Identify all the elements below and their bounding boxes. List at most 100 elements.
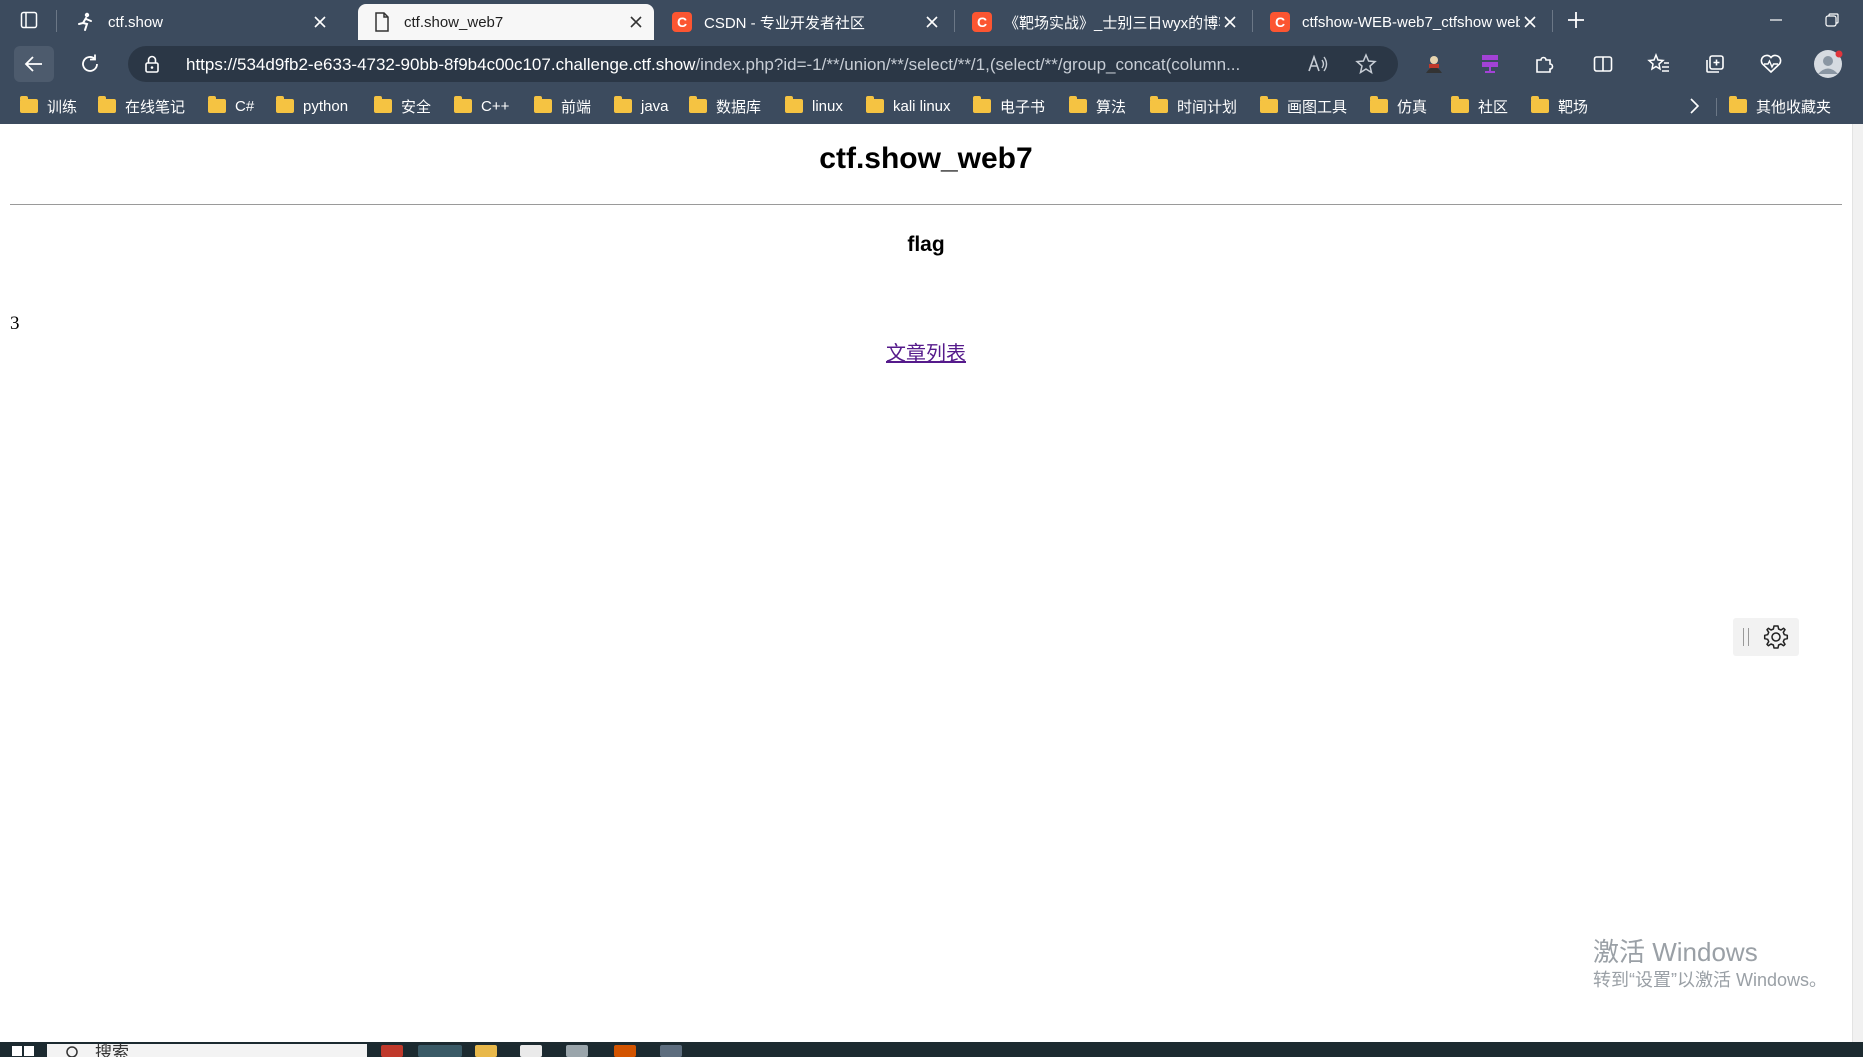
bookmark-label: 其他收藏夹 [1756, 98, 1832, 116]
tab-blog-range[interactable]: C 《靶场实战》_士别三日wyx的博客 [958, 4, 1248, 40]
bookmark-folder[interactable]: 在线笔记 [98, 95, 185, 117]
bookmark-folder[interactable]: 训练 [20, 95, 77, 117]
drag-handle[interactable] [1743, 628, 1749, 646]
floating-settings-widget[interactable] [1733, 618, 1799, 656]
network-extension-icon [1482, 55, 1498, 73]
restore-icon [1825, 13, 1839, 27]
tab-separator [1252, 10, 1253, 32]
folder-icon [1531, 96, 1549, 113]
close-icon[interactable] [626, 12, 646, 32]
folder-icon [276, 96, 294, 113]
close-icon[interactable] [310, 12, 330, 32]
page-title: ctf.show_web7 [819, 142, 1033, 175]
taskbar-app-icon[interactable] [520, 1045, 542, 1057]
chevron-right-icon[interactable] [1684, 96, 1704, 116]
bookmark-folder[interactable]: 数据库 [689, 95, 761, 117]
split-screen-button[interactable] [1583, 46, 1623, 82]
taskbar-app-icon[interactable] [614, 1045, 636, 1057]
bookmark-label: 社区 [1478, 98, 1509, 116]
extension-network-button[interactable] [1470, 46, 1510, 82]
tab-ctfshow[interactable]: ctf.show [62, 4, 338, 40]
bookmark-label: C++ [481, 97, 510, 115]
bookmark-folder[interactable]: 时间计划 [1150, 95, 1237, 117]
bookmark-folder[interactable]: 前端 [534, 95, 591, 117]
minimize-button[interactable] [1753, 0, 1799, 40]
arrow-left-icon [24, 56, 42, 72]
taskbar-app-icon[interactable] [660, 1045, 682, 1057]
folder-icon [866, 96, 884, 113]
favorites-list-icon [1647, 53, 1669, 72]
profile-button[interactable] [1808, 46, 1848, 82]
bookmark-folder[interactable]: 仿真 [1370, 95, 1427, 117]
tab-title: ctf.show_web7 [404, 13, 504, 31]
url-host: https://534d9fb2-e633-4732-90bb-8f9b4c00… [186, 55, 696, 74]
favorite-star-button[interactable] [1354, 52, 1378, 76]
windows-taskbar: 搜索 [0, 1042, 1863, 1057]
bookmark-folder[interactable]: java [614, 95, 669, 117]
lock-icon[interactable] [142, 54, 162, 74]
bookmark-folder[interactable]: 电子书 [973, 95, 1045, 117]
bookmark-folder[interactable]: kali linux [866, 95, 951, 117]
bookmark-label: 在线笔记 [125, 98, 186, 116]
tab-title: CSDN - 专业开发者社区 [704, 14, 865, 32]
puzzle-icon [1536, 56, 1554, 73]
extension-hacker-button[interactable] [1414, 46, 1454, 82]
divider [10, 204, 1842, 205]
extensions-button[interactable] [1524, 46, 1564, 82]
bookmarks-bar: 训练 在线笔记 C# python 安全 C++ 前端 java 数据库 lin… [0, 88, 1863, 124]
collections-button[interactable] [1695, 46, 1735, 82]
tab-ctfshow-web7[interactable]: ctf.show_web7 [358, 4, 654, 40]
taskbar-explorer-icon[interactable] [475, 1045, 497, 1057]
bookmark-folder[interactable]: C# [208, 95, 254, 117]
restore-button[interactable] [1809, 0, 1855, 40]
folder-icon [1729, 96, 1747, 113]
bookmark-folder[interactable]: python [276, 95, 348, 117]
folder-icon [1370, 96, 1388, 113]
page-scrollbar[interactable] [1852, 124, 1863, 1042]
bookmark-folder[interactable]: 算法 [1069, 95, 1126, 117]
tab-csdn[interactable]: C CSDN - 专业开发者社区 [658, 4, 950, 40]
refresh-button[interactable] [70, 46, 110, 82]
new-tab-button[interactable] [1560, 4, 1592, 36]
folder-icon [1260, 96, 1278, 113]
other-bookmarks-folder[interactable]: 其他收藏夹 [1729, 95, 1831, 117]
bookmark-folder[interactable]: C++ [454, 95, 509, 117]
close-icon[interactable] [1220, 12, 1240, 32]
bookmark-label: 算法 [1096, 98, 1127, 116]
article-list-link[interactable]: 文章列表 [886, 343, 966, 365]
taskbar-app-icon[interactable] [381, 1045, 403, 1057]
folder-icon [973, 96, 991, 113]
read-aloud-button[interactable] [1306, 52, 1330, 76]
bookmark-folder[interactable]: 靶场 [1531, 95, 1588, 117]
taskbar-search-box[interactable]: 搜索 [47, 1043, 367, 1057]
bookmark-folder[interactable]: 画图工具 [1260, 95, 1347, 117]
tab-actions-button[interactable] [14, 6, 44, 34]
watermark-title: 激活 Windows [1593, 937, 1758, 967]
url-path: /index.php?id=-1/**/union/**/select/**/1… [695, 55, 1241, 74]
address-bar[interactable]: https://534d9fb2-e633-4732-90bb-8f9b4c00… [128, 46, 1398, 82]
taskbar-edge-icon[interactable] [418, 1045, 462, 1057]
taskbar-app-icon[interactable] [566, 1045, 588, 1057]
query-result: 3 [10, 313, 20, 334]
url-text[interactable]: https://534d9fb2-e633-4732-90bb-8f9b4c00… [186, 55, 1286, 75]
gear-icon[interactable] [1763, 624, 1789, 650]
bookmark-label: kali linux [893, 97, 951, 115]
close-icon[interactable] [1520, 12, 1540, 32]
windows-start-icon[interactable] [12, 1046, 34, 1057]
folder-icon [98, 96, 116, 113]
bookmark-label: linux [812, 97, 843, 115]
folder-icon [534, 96, 552, 113]
ctfshow-runner-icon [76, 12, 96, 32]
refresh-icon [82, 54, 98, 72]
tab-ctfshow-web7-blog[interactable]: C ctfshow-WEB-web7_ctfshow web [1256, 4, 1548, 40]
browser-essentials-button[interactable] [1751, 46, 1791, 82]
folder-icon [689, 96, 707, 113]
close-icon[interactable] [922, 12, 942, 32]
bookmark-folder[interactable]: linux [785, 95, 843, 117]
back-button[interactable] [14, 46, 54, 82]
favorites-button[interactable] [1639, 46, 1679, 82]
avatar-icon [1814, 50, 1843, 78]
folder-icon [208, 96, 226, 113]
bookmark-folder[interactable]: 社区 [1451, 95, 1508, 117]
bookmark-folder[interactable]: 安全 [374, 95, 431, 117]
